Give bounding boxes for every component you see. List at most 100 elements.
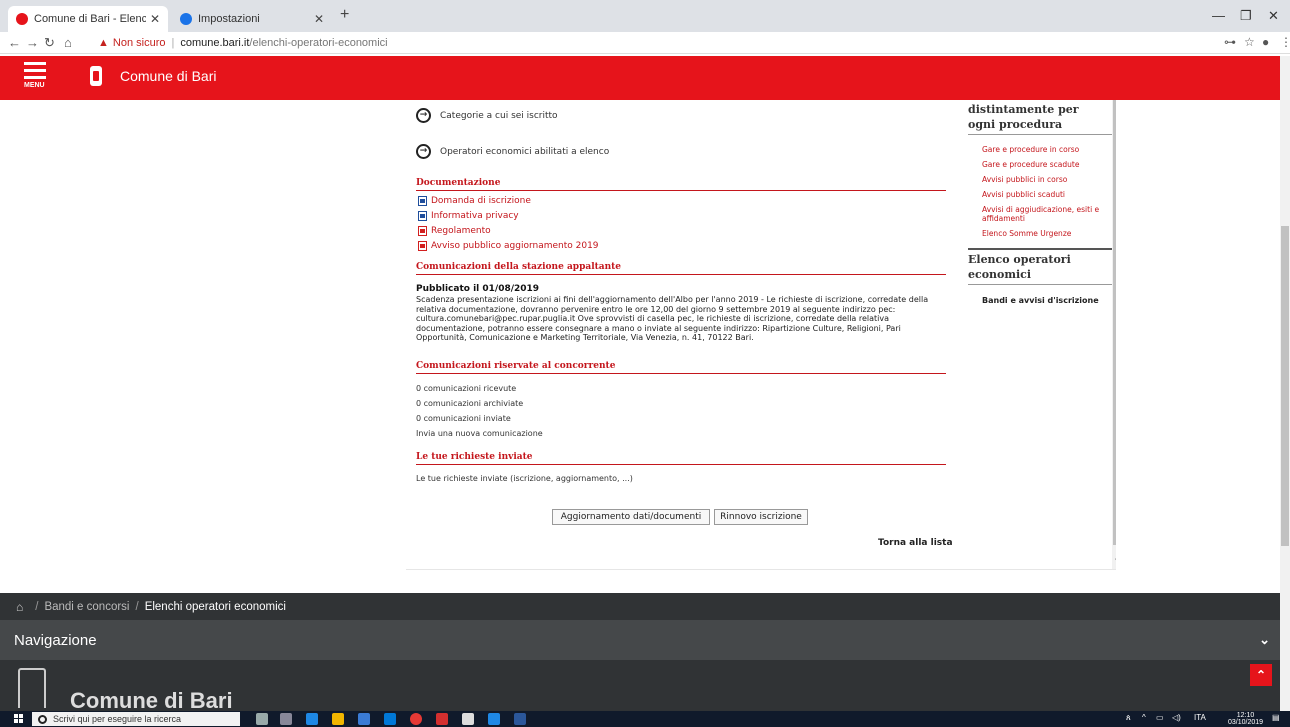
internet-explorer-icon[interactable]	[488, 713, 500, 725]
home-icon[interactable]: ⌂	[16, 600, 23, 614]
breadcrumb-bandi-concorsi[interactable]: Bandi e concorsi	[44, 601, 129, 613]
more-menu-icon[interactable]: ⋮	[1280, 35, 1290, 49]
reload-icon[interactable]: ↻	[44, 35, 55, 51]
taskbar-clock[interactable]: 12:10 03/10/2019	[1228, 712, 1263, 726]
home-icon[interactable]: ⌂	[64, 35, 72, 50]
sidebar-link-somme-urgenze[interactable]: Elenco Somme Urgenze	[982, 229, 1112, 239]
tray-chevron-icon[interactable]: ^	[1142, 713, 1146, 722]
doc-domanda-iscrizione[interactable]: Domanda di iscrizione	[418, 196, 531, 206]
arrow-right-circle-icon: →	[416, 144, 431, 159]
back-arrow-icon[interactable]: ←	[8, 35, 21, 50]
pdf-icon	[418, 241, 427, 251]
link-operatori-abilitati[interactable]: → Operatori economici abilitati a elenco	[416, 144, 609, 159]
sidebar-link-gare-in-corso[interactable]: Gare e procedure in corso	[982, 145, 1112, 155]
security-warning: Non sicuro	[112, 37, 166, 49]
rinnovo-iscrizione-button[interactable]: Rinnovo iscrizione	[714, 509, 808, 525]
publication-text: Scadenza presentazione iscrizioni ai fin…	[416, 295, 929, 342]
microphone-icon[interactable]	[256, 713, 268, 725]
word-doc-icon	[418, 211, 427, 221]
sidebar-heading-procedure: distintamente per ogni procedura	[968, 103, 1079, 131]
comunicazioni-archiviate[interactable]: 0 comunicazioni archiviate	[416, 399, 523, 408]
site-footer: Comune di Bari	[0, 660, 1280, 713]
publication-date: Pubblicato il 01/08/2019	[416, 284, 540, 294]
hamburger-icon	[24, 62, 46, 65]
tab-impostazioni[interactable]: Impostazioni ✕	[172, 6, 332, 32]
sidebar-link-avvisi-in-corso[interactable]: Avvisi pubblici in corso	[982, 175, 1112, 185]
tab-comune-di-bari[interactable]: Comune di Bari - Elenchi operat ✕	[8, 6, 168, 32]
breadcrumb: ⌂ / Bandi e concorsi / Elenchi operatori…	[0, 593, 1280, 620]
content-scrollbar[interactable]: ▼	[1112, 100, 1116, 569]
windows-start-icon[interactable]	[14, 714, 24, 724]
url-path: /elenchi-operatori-economici	[249, 37, 388, 49]
people-icon[interactable]: ጰ	[1126, 713, 1131, 723]
word-doc-icon	[418, 196, 427, 206]
settings-gear-icon	[180, 13, 192, 25]
site-name[interactable]: Comune di Bari	[120, 68, 217, 84]
scroll-to-top-button[interactable]: ⌃	[1250, 664, 1272, 686]
doc-regolamento[interactable]: Regolamento	[418, 226, 491, 236]
star-icon[interactable]: ☆	[1244, 35, 1255, 49]
section-comunicazioni-riservate-title: Comunicazioni riservate al concorrente	[416, 361, 946, 374]
close-tab-icon[interactable]: ✕	[314, 12, 324, 26]
cortana-icon	[38, 714, 47, 724]
link-categorie[interactable]: → Categorie a cui sei iscritto	[416, 108, 558, 123]
crest-logo-icon	[18, 668, 46, 708]
sidebar-link-avvisi-scaduti[interactable]: Avvisi pubblici scaduti	[982, 190, 1112, 200]
key-icon[interactable]: ⊶	[1224, 35, 1236, 49]
sidebar-divider	[968, 284, 1112, 285]
profile-icon[interactable]: ●	[1262, 35, 1269, 49]
notifications-icon[interactable]: ▤	[1272, 713, 1280, 722]
edge-icon[interactable]	[306, 713, 318, 725]
chevron-down-icon: ⌄	[1259, 632, 1270, 647]
main-content: → Categorie a cui sei iscritto → Operato…	[406, 100, 1116, 570]
comune-favicon-icon	[16, 13, 28, 25]
close-tab-icon[interactable]: ✕	[150, 12, 160, 26]
pdf-icon	[418, 226, 427, 236]
invia-nuova-comunicazione[interactable]: Invia una nuova comunicazione	[416, 429, 543, 438]
comunicazioni-ricevute[interactable]: 0 comunicazioni ricevute	[416, 384, 516, 393]
sidebar-link-gare-scadute[interactable]: Gare e procedure scadute	[982, 160, 1112, 170]
new-tab-button[interactable]: +	[340, 6, 349, 24]
breadcrumb-current: Elenchi operatori economici	[144, 600, 286, 613]
crest-logo-icon[interactable]	[90, 66, 102, 86]
volume-icon[interactable]: ◁)	[1172, 713, 1181, 722]
maximize-icon[interactable]: ❐	[1240, 8, 1252, 24]
url-separator: |	[171, 37, 175, 49]
forward-arrow-icon[interactable]: →	[26, 35, 39, 50]
store-icon[interactable]	[358, 713, 370, 725]
sidebar-link-bandi-avvisi[interactable]: Bandi e avvisi d'iscrizione	[982, 296, 1099, 305]
language-indicator[interactable]: ITA	[1194, 713, 1206, 722]
network-icon[interactable]: ▭	[1156, 713, 1164, 722]
section-richieste-title: Le tue richieste inviate	[416, 452, 946, 465]
mail-icon[interactable]	[462, 713, 474, 725]
minimize-icon[interactable]: —	[1212, 8, 1225, 23]
file-explorer-icon[interactable]	[332, 713, 344, 725]
close-window-icon[interactable]: ✕	[1268, 8, 1279, 24]
torna-alla-lista-link[interactable]: Torna alla lista	[878, 538, 953, 548]
windows-taskbar: Scrivi qui per eseguire la ricerca ጰ ^ ▭…	[0, 711, 1290, 727]
acrobat-icon[interactable]	[436, 713, 448, 725]
chrome-icon[interactable]	[410, 713, 422, 725]
navigazione-toggle[interactable]: Navigazione ⌄	[0, 620, 1280, 660]
taskbar-search-input[interactable]: Scrivi qui per eseguire la ricerca	[32, 712, 240, 726]
site-header: MENU Comune di Bari	[0, 56, 1280, 100]
section-comunicazioni-stazione-title: Comunicazioni della stazione appaltante	[416, 262, 946, 275]
outlook-icon[interactable]	[384, 713, 396, 725]
page-scrollbar[interactable]	[1280, 56, 1290, 711]
richieste-text: Le tue richieste inviate (iscrizione, ag…	[416, 474, 633, 483]
aggiornamento-dati-button[interactable]: Aggiornamento dati/documenti	[552, 509, 710, 525]
sidebar-link-aggiudicazione[interactable]: Avvisi di aggiudicazione, esiti e affida…	[982, 205, 1102, 223]
doc-avviso-pubblico[interactable]: Avviso pubblico aggiornamento 2019	[418, 241, 599, 251]
section-documentazione-title: Documentazione	[416, 178, 946, 191]
comunicazioni-inviate[interactable]: 0 comunicazioni inviate	[416, 414, 511, 423]
word-icon[interactable]	[514, 713, 526, 725]
task-view-icon[interactable]	[280, 713, 292, 725]
doc-informativa-privacy[interactable]: Informativa privacy	[418, 211, 519, 221]
url-field[interactable]: ▲ Non sicuro | comune.bari.it /elenchi-o…	[98, 34, 1178, 52]
menu-button[interactable]: MENU	[24, 62, 50, 89]
scroll-down-icon[interactable]: ▼	[1114, 558, 1116, 564]
sidebar-divider	[968, 248, 1112, 250]
browser-tab-strip: Comune di Bari - Elenchi operat ✕ Impost…	[0, 0, 1290, 32]
arrow-right-circle-icon: →	[416, 108, 431, 123]
warning-triangle-icon: ▲	[98, 37, 109, 49]
